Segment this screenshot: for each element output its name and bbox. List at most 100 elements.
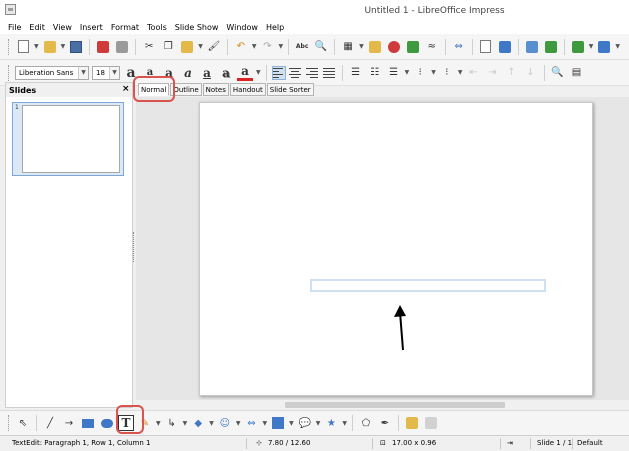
export-pdf-icon[interactable]	[95, 39, 111, 55]
block-arrows-dropdown-icon[interactable]: ▼	[263, 420, 268, 427]
open-dropdown-icon[interactable]: ▼	[61, 43, 66, 50]
line-spacing-dropdown-icon[interactable]: ▼	[405, 69, 410, 76]
slide-layout-icon[interactable]	[478, 39, 494, 55]
character-icon[interactable]: 🔍	[550, 65, 566, 81]
font-size-dropdown-icon[interactable]: ▼	[109, 66, 119, 79]
align-right-icon[interactable]	[305, 66, 320, 80]
italic-icon[interactable]: a	[180, 65, 196, 81]
copy-icon[interactable]: ❐	[160, 39, 176, 55]
new-icon[interactable]	[15, 39, 31, 55]
open-icon[interactable]	[42, 39, 58, 55]
flowchart-dropdown-icon[interactable]: ▼	[289, 420, 294, 427]
duplicate-slide-icon[interactable]	[596, 39, 612, 55]
menu-edit[interactable]: Edit	[29, 23, 45, 32]
start-slideshow-icon[interactable]	[524, 39, 540, 55]
align-left-icon[interactable]	[271, 65, 286, 80]
slide-thumbnail[interactable]	[22, 105, 120, 173]
toolbar-grip[interactable]	[8, 415, 10, 431]
3d-objects-icon[interactable]	[423, 415, 439, 431]
callouts-icon[interactable]: 💬	[297, 415, 313, 431]
line-spacing-icon[interactable]: ☰	[386, 65, 402, 81]
indent-dropdown-icon[interactable]: ▼	[458, 69, 463, 76]
undo-icon[interactable]: ↶	[233, 39, 249, 55]
menu-help[interactable]: Help	[266, 23, 284, 32]
font-name-combo[interactable]: Liberation Sans ▼	[15, 65, 89, 80]
callouts-dropdown-icon[interactable]: ▼	[316, 420, 321, 427]
media-icon[interactable]: ≈	[424, 39, 440, 55]
new-slide-dropdown-icon[interactable]: ▼	[589, 43, 594, 50]
symbol-shapes-dropdown-icon[interactable]: ▼	[236, 420, 241, 427]
toolbar-grip[interactable]	[8, 64, 10, 81]
line-ends-arrow-icon[interactable]: →	[61, 415, 77, 431]
bullets-icon[interactable]: ☰	[348, 65, 364, 81]
align-center-icon[interactable]	[288, 66, 303, 80]
select-icon[interactable]: ⇖	[15, 415, 31, 431]
connector-icon[interactable]: ↳	[164, 415, 180, 431]
menu-file[interactable]: File	[8, 23, 21, 32]
block-arrows-icon[interactable]: ⇔	[244, 415, 260, 431]
close-icon[interactable]: ×	[122, 84, 130, 94]
font-color-dropdown-icon[interactable]: ▼	[256, 69, 261, 76]
paragraph-spacing-dropdown-icon[interactable]: ▼	[431, 69, 436, 76]
tab-slide-sorter[interactable]: Slide Sorter	[266, 83, 314, 96]
hyperlink-icon[interactable]: ⇔	[451, 39, 467, 55]
save-icon[interactable]	[68, 39, 84, 55]
font-size-combo[interactable]: 18 ▼	[92, 65, 120, 80]
ellipse-icon[interactable]	[99, 415, 115, 431]
font-color-icon[interactable]: a	[237, 65, 253, 81]
menu-tools[interactable]: Tools	[147, 23, 167, 32]
zoom-icon[interactable]: 🔍	[313, 39, 329, 55]
menu-view[interactable]: View	[53, 23, 72, 32]
duplicate-slide-dropdown-icon[interactable]: ▼	[615, 43, 620, 50]
horizontal-scrollbar-thumb[interactable]	[285, 402, 505, 408]
grid-dropdown-icon[interactable]: ▼	[359, 43, 364, 50]
symbol-shapes-icon[interactable]: ☺	[217, 415, 233, 431]
document-modified-icon[interactable]: ⇥	[507, 439, 513, 447]
undo-dropdown-icon[interactable]: ▼	[252, 43, 257, 50]
new-dropdown-icon[interactable]: ▼	[34, 43, 39, 50]
menu-window[interactable]: Window	[226, 23, 258, 32]
menu-slide-show[interactable]: Slide Show	[175, 23, 219, 32]
points-icon[interactable]: ⬠	[358, 415, 374, 431]
font-name-dropdown-icon[interactable]: ▼	[78, 66, 88, 79]
redo-dropdown-icon[interactable]: ▼	[279, 43, 284, 50]
line-icon[interactable]: ╱	[42, 415, 58, 431]
text-box[interactable]	[310, 279, 546, 292]
master-slide-icon[interactable]	[497, 39, 513, 55]
increase-paragraph-spacing-icon[interactable]: ⁝	[412, 65, 428, 81]
toolbar-grip[interactable]	[8, 38, 10, 55]
start-from-current-icon[interactable]	[543, 39, 559, 55]
image-icon[interactable]	[367, 39, 383, 55]
chart-icon[interactable]	[386, 39, 402, 55]
spelling-icon[interactable]: Abc	[294, 39, 310, 55]
print-icon[interactable]	[114, 39, 130, 55]
clone-formatting-icon[interactable]: 🖌	[206, 39, 222, 55]
tab-handout[interactable]: Handout	[229, 83, 266, 96]
curve-dropdown-icon[interactable]: ▼	[156, 420, 161, 427]
redo-icon[interactable]: ↷	[260, 39, 276, 55]
tab-notes[interactable]: Notes	[202, 83, 229, 96]
new-slide-icon[interactable]	[570, 39, 586, 55]
tab-outline[interactable]: Outline	[170, 83, 202, 96]
basic-shapes-icon[interactable]: ◆	[190, 415, 206, 431]
paste-dropdown-icon[interactable]: ▼	[198, 43, 203, 50]
glue-points-icon[interactable]: ✒	[377, 415, 393, 431]
cut-icon[interactable]: ✂	[141, 39, 157, 55]
display-grid-icon[interactable]: ▦	[340, 39, 356, 55]
basic-shapes-dropdown-icon[interactable]: ▼	[209, 420, 214, 427]
flowchart-icon[interactable]	[270, 415, 286, 431]
numbering-icon[interactable]: ☷	[367, 65, 383, 81]
menu-format[interactable]: Format	[111, 23, 139, 32]
table-icon[interactable]	[405, 39, 421, 55]
stars-icon[interactable]: ★	[323, 415, 339, 431]
rectangle-icon[interactable]	[80, 415, 96, 431]
paragraph-icon[interactable]: ▤	[569, 65, 585, 81]
underline-icon[interactable]: a	[199, 65, 215, 81]
connector-dropdown-icon[interactable]: ▼	[183, 420, 188, 427]
paste-icon[interactable]	[179, 39, 195, 55]
decrease-paragraph-spacing-icon[interactable]: ⁝	[439, 65, 455, 81]
stars-dropdown-icon[interactable]: ▼	[342, 420, 347, 427]
fontwork-icon[interactable]	[404, 415, 420, 431]
menu-insert[interactable]: Insert	[80, 23, 103, 32]
shadow-icon[interactable]: a	[218, 65, 234, 81]
